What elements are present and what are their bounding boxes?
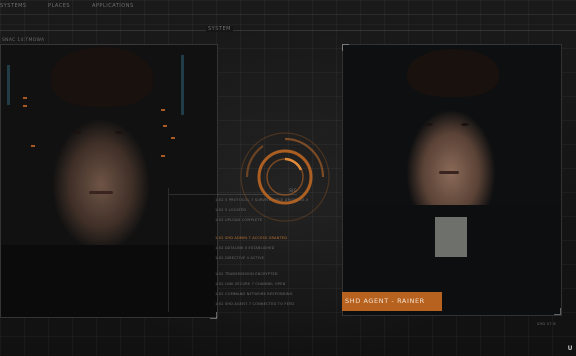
menu-item-systems[interactable]: SYSTEMS bbox=[0, 3, 27, 9]
person-eye bbox=[461, 123, 469, 126]
server-light bbox=[181, 55, 184, 115]
data-log-line-highlight: 1:02 SHD ADMIN 7 ACCESS GRANTED bbox=[215, 236, 288, 240]
divider-label: SYSTEM bbox=[206, 26, 233, 32]
frame-corner bbox=[554, 308, 561, 315]
server-light bbox=[161, 155, 165, 157]
hud-ring-icon bbox=[240, 132, 330, 222]
right-video-feed bbox=[342, 44, 562, 316]
data-log-line: 1:02 DATALINK 0 ESTABLISHED bbox=[215, 246, 275, 250]
server-light bbox=[161, 109, 165, 111]
data-log-line: 1:02 DIRECTIVE 4 ACTIVE bbox=[215, 256, 265, 260]
server-light bbox=[171, 137, 175, 139]
server-light bbox=[7, 65, 10, 105]
brand-logo: U bbox=[567, 345, 573, 352]
server-light bbox=[23, 105, 27, 107]
person-mouth bbox=[439, 171, 459, 174]
server-light bbox=[23, 97, 27, 99]
person-eye bbox=[115, 131, 123, 134]
frame-corner bbox=[342, 44, 349, 51]
corner-code: SHD 07 B bbox=[536, 322, 556, 326]
top-menu-bar: SYSTEMS PLACES APPLICATIONS bbox=[0, 0, 576, 15]
frame-corner bbox=[210, 312, 217, 319]
menu-item-applications[interactable]: APPLICATIONS bbox=[92, 3, 134, 9]
speaker-caption: SHD AGENT - RAINER bbox=[342, 292, 442, 311]
person-eye bbox=[73, 131, 81, 134]
server-light bbox=[31, 145, 35, 147]
person-undershirt bbox=[435, 217, 467, 257]
data-log-line: 1:02 LINK SECURE 7 CHANNEL OPEN bbox=[215, 282, 286, 286]
person-hair bbox=[407, 49, 499, 97]
data-log-line: 1:02 COMMAND NETWORK RESPONDING bbox=[215, 292, 293, 296]
person-eye bbox=[425, 123, 433, 126]
server-light bbox=[163, 125, 167, 127]
data-log-line: 1:02 SHD AGENT 7 CONNECTED TO FEED bbox=[215, 302, 295, 306]
person-mouth bbox=[89, 191, 113, 194]
person-hair bbox=[51, 47, 153, 107]
left-tag-line-1: SNAC 14:TMOWA bbox=[2, 38, 45, 43]
menu-item-places[interactable]: PLACES bbox=[48, 3, 70, 9]
video-call-screen: SYSTEMS PLACES APPLICATIONS SYSTEM SNAC … bbox=[0, 0, 576, 356]
top-divider bbox=[0, 30, 576, 31]
data-log-line: 1:02 TRANSMISSION ENCRYPTED bbox=[215, 272, 278, 276]
